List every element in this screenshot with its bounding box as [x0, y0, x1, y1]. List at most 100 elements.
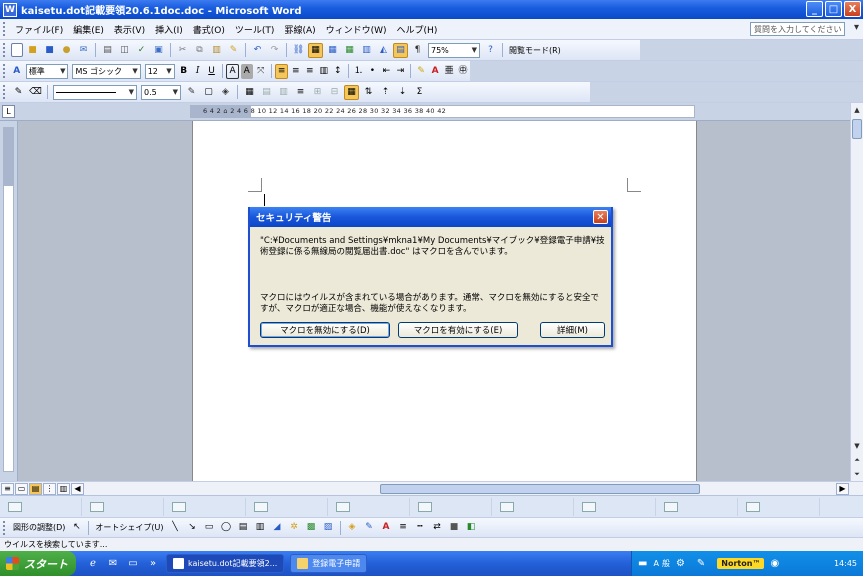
redo-icon[interactable]: ↷ — [267, 43, 282, 58]
align-justify-icon[interactable]: ≡ — [275, 63, 288, 79]
autosum-icon[interactable]: Σ — [412, 85, 427, 100]
help-search-input[interactable]: 質問を入力してください — [750, 22, 845, 36]
thumbnail-item[interactable] — [246, 497, 328, 516]
eraser-icon[interactable]: ⌫ — [28, 85, 43, 100]
thumbnail-item[interactable] — [410, 497, 492, 516]
reading-mode-button[interactable]: 閲覧モード(R) — [506, 45, 564, 56]
menu-format[interactable]: 書式(O) — [188, 23, 230, 36]
scroll-down-icon[interactable]: ▼ — [851, 439, 863, 453]
draw-table-icon[interactable]: ✎ — [11, 85, 26, 100]
align-center-icon[interactable]: ≡ — [290, 64, 302, 79]
previous-page-icon[interactable]: ⏶ — [851, 453, 863, 467]
font-color-icon[interactable]: A — [429, 64, 441, 79]
phonetic-guide-icon[interactable]: 亜 — [443, 64, 455, 79]
columns-icon[interactable]: ▥ — [359, 43, 374, 58]
textbox-tool-icon[interactable]: ▤ — [236, 520, 251, 535]
merge-cells-icon[interactable]: ▤ — [259, 85, 274, 100]
line-tool-icon[interactable]: ╲ — [168, 520, 183, 535]
arrow-style-icon[interactable]: ⇄ — [430, 520, 445, 535]
thumbnail-item[interactable] — [492, 497, 574, 516]
scroll-up-icon[interactable]: ▲ — [851, 103, 863, 117]
clipart-icon[interactable]: ▩ — [304, 520, 319, 535]
line-spacing-icon[interactable]: ↕ — [332, 64, 344, 79]
thumbnail-item[interactable] — [0, 497, 82, 516]
taskbar-word-button[interactable]: kaisetu.dot記載要領2... — [166, 554, 285, 573]
menu-insert[interactable]: 挿入(I) — [150, 23, 188, 36]
character-shading-icon[interactable]: A — [240, 63, 253, 79]
horizontal-scroll-thumb[interactable] — [380, 484, 700, 494]
tray-network-icon[interactable]: ◉ — [770, 558, 779, 569]
tab-selector-icon[interactable]: L — [2, 105, 15, 118]
shadow-style-icon[interactable]: ■ — [447, 520, 462, 535]
save-icon[interactable]: ■ — [42, 43, 57, 58]
cut-icon[interactable]: ✂ — [175, 43, 190, 58]
menubar-grip[interactable] — [3, 22, 6, 36]
outline-view-icon[interactable]: ⋮ — [43, 482, 56, 495]
toolbar-grip[interactable] — [3, 520, 6, 535]
character-scale-icon[interactable]: ⤧ — [255, 64, 267, 79]
horizontal-scroll-track[interactable] — [100, 483, 845, 494]
bullets-icon[interactable]: • — [366, 64, 378, 79]
undo-icon[interactable]: ↶ — [250, 43, 265, 58]
vertical-ruler[interactable] — [0, 121, 18, 481]
close-button[interactable]: X — [844, 1, 861, 17]
increase-indent-icon[interactable]: ⇥ — [394, 64, 406, 79]
horizontal-ruler[interactable]: L 6 4 2 ⌂ 2 4 6 8 10 12 14 16 18 20 22 2… — [0, 103, 863, 121]
oval-tool-icon[interactable]: ◯ — [219, 520, 234, 535]
drawing-icon[interactable]: ◭ — [376, 43, 391, 58]
norton-badge[interactable]: Norton™ — [717, 558, 765, 569]
start-button[interactable]: スタート — [0, 551, 76, 576]
tables-borders-icon[interactable]: ▦ — [308, 42, 323, 58]
scroll-left-icon[interactable]: ◀ — [71, 482, 84, 495]
line-weight-select[interactable]: 0.5 ▼ — [141, 84, 181, 100]
minimize-button[interactable]: _ — [806, 1, 823, 17]
hyperlink-icon[interactable]: ⛓ — [291, 43, 306, 58]
print-preview-icon[interactable]: ◫ — [117, 43, 132, 58]
vertical-scrollbar[interactable]: ▲ ▼ ⏶ ⏷ — [850, 103, 863, 481]
spelling-icon[interactable]: ✓ — [134, 43, 149, 58]
toolbar-grip[interactable] — [3, 85, 6, 99]
thumbnail-item[interactable] — [164, 497, 246, 516]
font-size-select[interactable]: 12 ▼ — [144, 63, 175, 79]
thumbnail-item[interactable] — [656, 497, 738, 516]
horizontal-scrollbar[interactable]: ≡ ▭ ▤ ⋮ ▥ ◀ ▶ — [0, 481, 863, 495]
distributed-icon[interactable]: ▥ — [318, 64, 330, 79]
tray-clock[interactable]: 14:45 — [834, 559, 857, 568]
insert-table-icon[interactable]: ▦ — [325, 43, 340, 58]
line-color-icon[interactable]: ✎ — [362, 520, 377, 535]
paste-icon[interactable]: ▥ — [209, 43, 224, 58]
distribute-rows-icon[interactable]: ⊞ — [310, 85, 325, 100]
thumbnail-item[interactable] — [82, 497, 164, 516]
disable-macros-button[interactable]: マクロを無効にする(D) — [260, 322, 390, 338]
ime-mode-label[interactable]: A — [653, 559, 658, 568]
decrease-indent-icon[interactable]: ⇤ — [380, 64, 392, 79]
maximize-button[interactable]: □ — [825, 1, 842, 17]
borders-icon[interactable]: ▢ — [201, 85, 216, 100]
web-layout-icon[interactable]: ▭ — [15, 482, 28, 495]
toolbar-grip[interactable] — [3, 43, 6, 57]
document-map-icon[interactable]: ▤ — [393, 42, 408, 58]
permission-icon[interactable]: ● — [59, 43, 74, 58]
vertical-scroll-thumb[interactable] — [852, 119, 862, 139]
3d-style-icon[interactable]: ◧ — [464, 520, 479, 535]
numbering-icon[interactable]: ⒈ — [353, 64, 365, 79]
diagram-icon[interactable]: ✲ — [287, 520, 302, 535]
distribute-columns-icon[interactable]: ⊟ — [327, 85, 342, 100]
character-border-icon[interactable]: A — [226, 63, 239, 79]
tray-tools-icon[interactable]: ⚙ — [676, 558, 685, 569]
thumbnail-item[interactable] — [574, 497, 656, 516]
select-objects-icon[interactable]: ↖ — [69, 520, 84, 535]
details-button[interactable]: 詳細(M) — [540, 322, 605, 338]
desktop-icon[interactable]: ▭ — [126, 557, 140, 571]
menu-table[interactable]: 罫線(A) — [279, 23, 320, 36]
ruler-scale[interactable]: 6 4 2 ⌂ 2 4 6 8 10 12 14 16 18 20 22 24 … — [190, 105, 695, 118]
font-select[interactable]: MS ゴシック ▼ — [72, 63, 141, 79]
menu-window[interactable]: ウィンドウ(W) — [321, 23, 392, 36]
language-bar-icon[interactable]: ▬ — [638, 558, 647, 569]
draw-menu-button[interactable]: 図形の調整(D) — [10, 522, 68, 533]
dialog-title-bar[interactable]: セキュリティ警告 — [250, 207, 611, 227]
normal-view-icon[interactable]: ≡ — [1, 482, 14, 495]
border-color-icon[interactable]: ✎ — [184, 85, 199, 100]
line-style-select[interactable]: ▼ — [53, 84, 137, 100]
quicklaunch-more-icon[interactable]: » — [146, 557, 160, 571]
